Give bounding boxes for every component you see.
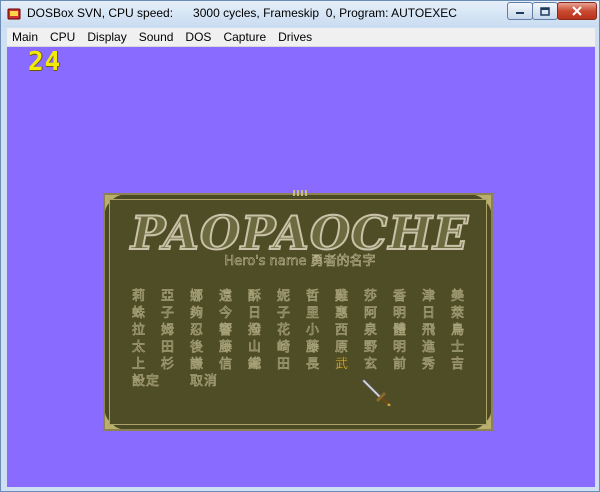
name-char[interactable]: 明 [393, 305, 413, 322]
char-column: 莉 蛛 拉 太 上 [132, 288, 152, 373]
name-char[interactable]: 長 [306, 356, 326, 373]
set-name-button[interactable]: 設定 [132, 373, 160, 390]
close-icon [572, 6, 582, 16]
name-char[interactable]: 藤 [306, 339, 326, 356]
name-char[interactable]: 蛛 [132, 305, 152, 322]
maximize-icon [540, 6, 550, 16]
title-bar[interactable]: DOSBox SVN, CPU speed: 3000 cycles, Fram… [1, 1, 599, 27]
name-char[interactable]: 香 [393, 288, 413, 305]
char-column: 莎 阿 泉 野 玄 [364, 288, 384, 373]
name-char[interactable]: 吉 [451, 356, 471, 373]
name-char[interactable]: 酥 [248, 288, 268, 305]
name-char[interactable]: 前 [393, 356, 413, 373]
name-char[interactable]: 撥 [248, 322, 268, 339]
name-char[interactable]: 姆 [161, 322, 181, 339]
name-char[interactable]: 阿 [364, 305, 384, 322]
name-char[interactable]: 今 [219, 305, 239, 322]
char-column: 津 日 飛 進 秀 [422, 288, 442, 373]
name-char[interactable]: 妮 [277, 288, 297, 305]
menu-main[interactable]: Main [7, 28, 44, 47]
name-char[interactable]: 忍 [190, 322, 210, 339]
menu-dos[interactable]: DOS [179, 28, 217, 47]
name-char[interactable]: 哲 [306, 288, 326, 305]
name-char[interactable]: 田 [161, 339, 181, 356]
name-char[interactable]: 日 [248, 305, 268, 322]
name-char[interactable]: 雞 [335, 288, 355, 305]
name-char[interactable]: 野 [364, 339, 384, 356]
name-char[interactable]: 小 [306, 322, 326, 339]
sword-cursor-icon [361, 378, 391, 406]
cancel-name-button[interactable]: 取消 [190, 373, 218, 390]
name-char[interactable]: 響 [219, 322, 239, 339]
name-char[interactable]: 亞 [161, 288, 181, 305]
name-char[interactable]: 山 [248, 339, 268, 356]
name-char[interactable]: 萊 [451, 305, 471, 322]
name-char[interactable]: 夠 [190, 305, 210, 322]
menu-display[interactable]: Display [81, 28, 132, 47]
close-button[interactable] [557, 2, 597, 20]
name-char[interactable]: 遠 [219, 288, 239, 305]
name-char[interactable]: 上 [132, 356, 152, 373]
name-char-selected[interactable]: 武 [335, 356, 355, 373]
name-char[interactable]: 太 [132, 339, 152, 356]
name-char[interactable]: 原 [335, 339, 355, 356]
name-char[interactable]: 鳥 [451, 322, 471, 339]
name-char[interactable]: 美 [451, 288, 471, 305]
char-column: 亞 子 姆 田 杉 [161, 288, 181, 373]
fps-counter: 24 [28, 47, 62, 77]
menu-bar: Main CPU Display Sound DOS Capture Drive… [7, 28, 595, 47]
menu-capture[interactable]: Capture [217, 28, 272, 47]
name-char[interactable]: 崎 [277, 339, 297, 356]
name-char[interactable]: 杉 [161, 356, 181, 373]
name-char[interactable]: 子 [277, 305, 297, 322]
name-prompt: Hero's name 勇者的名字 [224, 254, 376, 270]
name-char[interactable]: 體 [393, 322, 413, 339]
window-title: DOSBox SVN, CPU speed: 3000 cycles, Fram… [27, 6, 457, 20]
char-column: 雞 惠 西 原 武 [335, 288, 355, 373]
name-char[interactable]: 津 [422, 288, 442, 305]
name-char[interactable]: 西 [335, 322, 355, 339]
name-char[interactable]: 里 [306, 305, 326, 322]
dos-screen[interactable]: 24 PAOPAOCHE Hero's name 勇者的名字 莉 蛛 拉 太 上… [7, 47, 595, 487]
minimize-button[interactable] [507, 2, 533, 20]
name-char[interactable]: 泉 [364, 322, 384, 339]
name-char[interactable]: 士 [451, 339, 471, 356]
menu-drives[interactable]: Drives [272, 28, 318, 47]
name-char[interactable]: 謙 [190, 356, 210, 373]
name-char[interactable]: 田 [277, 356, 297, 373]
name-char[interactable]: 玄 [364, 356, 384, 373]
char-column: 酥 日 撥 山 鐵 [248, 288, 268, 373]
name-char[interactable]: 進 [422, 339, 442, 356]
name-char[interactable]: 鐵 [248, 356, 268, 373]
char-column: 香 明 體 明 前 [393, 288, 413, 373]
char-column: 美 萊 鳥 士 吉 [451, 288, 471, 373]
name-char[interactable]: 子 [161, 305, 181, 322]
char-column: 遠 今 響 藤 信 [219, 288, 239, 373]
name-char[interactable]: 拉 [132, 322, 152, 339]
name-char[interactable]: 後 [190, 339, 210, 356]
name-char[interactable]: 日 [422, 305, 442, 322]
menu-sound[interactable]: Sound [133, 28, 180, 47]
name-entry-panel: PAOPAOCHE Hero's name 勇者的名字 莉 蛛 拉 太 上 亞 … [103, 190, 493, 431]
name-char[interactable]: 飛 [422, 322, 442, 339]
char-column: 妮 子 花 崎 田 [277, 288, 297, 373]
menu-cpu[interactable]: CPU [44, 28, 81, 47]
dosbox-app-icon[interactable] [7, 7, 21, 21]
name-char[interactable]: 明 [393, 339, 413, 356]
panel-inner-frame: PAOPAOCHE Hero's name 勇者的名字 莉 蛛 拉 太 上 亞 … [109, 199, 487, 425]
name-char[interactable]: 娜 [190, 288, 210, 305]
minimize-icon [516, 12, 524, 14]
name-char[interactable]: 藤 [219, 339, 239, 356]
panel-top-ornament [293, 190, 307, 196]
name-char[interactable]: 莉 [132, 288, 152, 305]
name-char[interactable]: 花 [277, 322, 297, 339]
name-char[interactable]: 秀 [422, 356, 442, 373]
name-char[interactable]: 惠 [335, 305, 355, 322]
name-char[interactable]: 信 [219, 356, 239, 373]
char-column: 哲 里 小 藤 長 [306, 288, 326, 373]
name-char[interactable]: 莎 [364, 288, 384, 305]
char-column: 娜 夠 忍 後 謙 [190, 288, 210, 373]
dosbox-window: DOSBox SVN, CPU speed: 3000 cycles, Fram… [0, 0, 600, 492]
maximize-button[interactable] [532, 2, 558, 20]
